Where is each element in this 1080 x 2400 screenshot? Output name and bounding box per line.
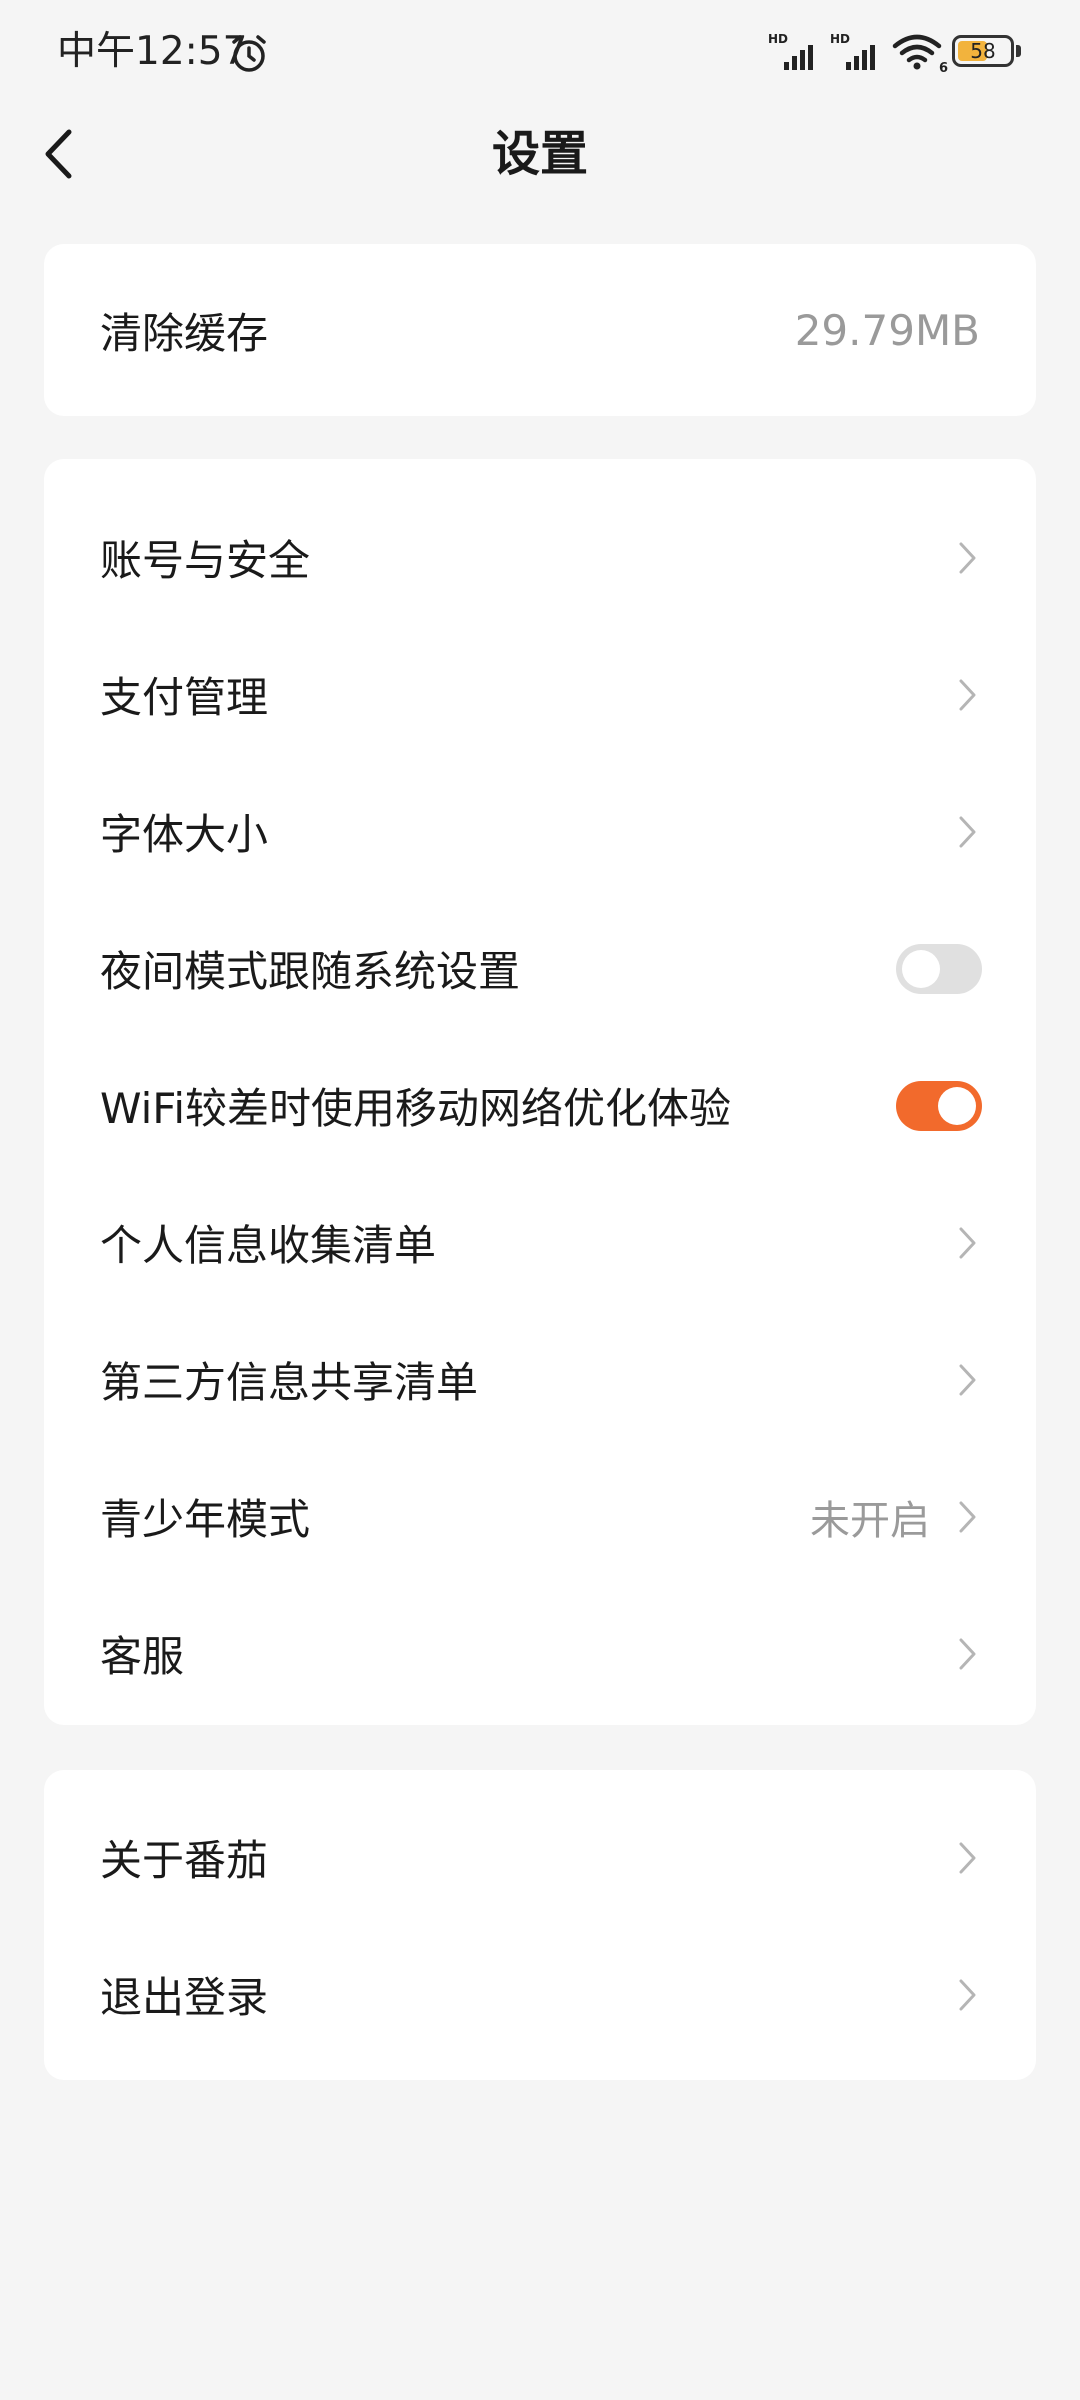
- chevron-right-icon: [959, 1501, 976, 1532]
- settings-card: 账号与安全 支付管理 字体大小 夜间模式跟随系统设置 WiFi较差时使用移动网络…: [44, 459, 1036, 1725]
- third-party-sharing-label: 第三方信息共享清单: [100, 1358, 479, 1407]
- status-icons: HD HD 6 58: [768, 30, 1022, 76]
- wifi-badge: 6: [938, 61, 948, 76]
- teen-mode-row[interactable]: 青少年模式 未开启: [44, 1448, 1036, 1585]
- page-title: 设置: [491, 126, 588, 182]
- wifi-optimize-row: WiFi较差时使用移动网络优化体验: [44, 1037, 1036, 1174]
- account-security-row[interactable]: 账号与安全: [44, 489, 1036, 626]
- customer-service-label: 客服: [100, 1632, 185, 1681]
- about-label: 关于番茄: [100, 1836, 269, 1885]
- chevron-right-icon: [959, 1842, 976, 1873]
- clear-cache-row[interactable]: 清除缓存 29.79MB: [44, 244, 1036, 416]
- chevron-right-icon: [959, 679, 976, 710]
- teen-mode-status: 未开启: [810, 1497, 930, 1544]
- wifi-optimize-toggle[interactable]: [896, 1080, 982, 1131]
- battery-icon: 58: [952, 35, 1022, 69]
- third-party-sharing-row[interactable]: 第三方信息共享清单: [44, 1311, 1036, 1448]
- status-bar: 中午12:57 HD HD 6 58: [0, 0, 1080, 104]
- cache-card: 清除缓存 29.79MB: [44, 244, 1036, 416]
- personal-info-list-row[interactable]: 个人信息收集清单: [44, 1174, 1036, 1311]
- night-mode-toggle[interactable]: [896, 943, 982, 994]
- font-size-row[interactable]: 字体大小: [44, 763, 1036, 900]
- chevron-right-icon: [959, 1638, 976, 1669]
- battery-percent: 58: [970, 39, 996, 63]
- alarm-icon: [232, 35, 266, 72]
- teen-mode-label: 青少年模式: [100, 1495, 311, 1544]
- logout-row[interactable]: 退出登录: [44, 1926, 1036, 2063]
- payment-management-label: 支付管理: [100, 673, 269, 722]
- account-security-label: 账号与安全: [100, 536, 311, 585]
- signal-icon: HD: [830, 30, 882, 74]
- font-size-label: 字体大小: [100, 810, 269, 859]
- payment-management-row[interactable]: 支付管理: [44, 626, 1036, 763]
- wifi-optimize-label: WiFi较差时使用移动网络优化体验: [100, 1084, 732, 1133]
- status-time: 中午12:57: [57, 29, 248, 74]
- chevron-right-icon: [959, 1364, 976, 1395]
- about-card: 关于番茄 退出登录: [44, 1770, 1036, 2080]
- signal-icon: HD: [768, 30, 820, 74]
- clear-cache-label: 清除缓存: [100, 308, 269, 358]
- night-mode-row: 夜间模式跟随系统设置: [44, 900, 1036, 1037]
- chevron-right-icon: [959, 1227, 976, 1258]
- chevron-right-icon: [959, 542, 976, 573]
- night-mode-label: 夜间模式跟随系统设置: [100, 947, 521, 996]
- cache-size-value: 29.79MB: [794, 305, 980, 355]
- header: 设置: [0, 104, 1080, 214]
- toggle-knob: [902, 949, 940, 988]
- personal-info-list-label: 个人信息收集清单: [100, 1221, 437, 1270]
- chevron-right-icon: [959, 816, 976, 847]
- logout-label: 退出登录: [100, 1973, 269, 2022]
- about-row[interactable]: 关于番茄: [44, 1789, 1036, 1926]
- customer-service-row[interactable]: 客服: [44, 1585, 1036, 1722]
- toggle-knob: [938, 1086, 976, 1125]
- wifi-icon: 6: [892, 32, 948, 76]
- chevron-right-icon: [959, 1979, 976, 2010]
